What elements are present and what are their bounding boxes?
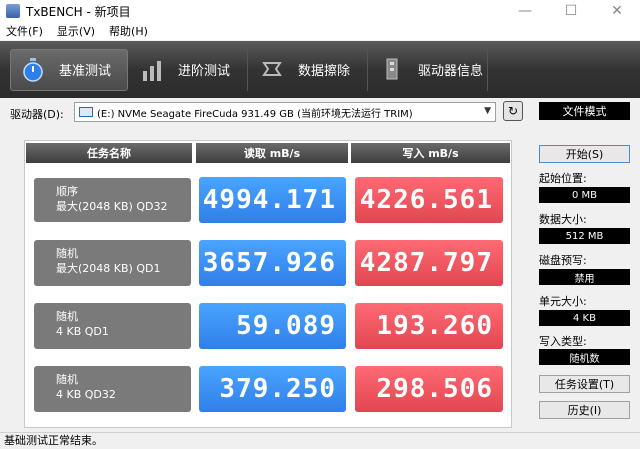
history-button[interactable]: 历史(I)	[539, 401, 630, 419]
unit-size-value: 4 KB	[539, 310, 630, 326]
window-title: TxBENCH - 新项目	[26, 4, 131, 19]
precondition-label: 磁盘预写:	[539, 254, 587, 267]
header-write: 写入 mB/s	[351, 143, 510, 163]
refresh-icon: ↻	[507, 104, 519, 118]
file-mode-button[interactable]: 文件模式	[539, 102, 630, 120]
task-row-4-button[interactable]: 随机 4 KB QD32	[34, 366, 191, 412]
task-row-1-detail: 最大(2048 KB) QD32	[56, 200, 168, 213]
header-read: 读取 mB/s	[196, 143, 348, 163]
menu-help[interactable]: 帮助(H)	[109, 23, 148, 39]
write-type-value: 随机数	[539, 349, 630, 365]
drive-label: 驱动器(D):	[10, 108, 64, 121]
maximize-button[interactable]: ☐	[548, 0, 594, 22]
task-row-3-button[interactable]: 随机 4 KB QD1	[34, 303, 191, 349]
title-bar: TxBENCH - 新项目 — ☐ ✕	[0, 0, 640, 22]
task-row-1-type: 顺序	[56, 185, 78, 198]
task-row-2-type: 随机	[56, 247, 78, 260]
minimize-button[interactable]: —	[502, 0, 548, 22]
menu-view[interactable]: 显示(V)	[57, 23, 95, 39]
task-row-4-detail: 4 KB QD32	[56, 388, 116, 401]
status-bar: 基础测试正常结束。	[0, 432, 640, 449]
header-task-name: 任务名称	[26, 143, 192, 163]
tab-benchmark[interactable]: 基准测试	[10, 48, 128, 91]
task-row-3-type: 随机	[56, 310, 78, 323]
tab-drive-info-label: 驱动器信息	[418, 64, 484, 79]
stopwatch-icon	[21, 57, 45, 82]
eraser-icon	[260, 58, 284, 82]
close-button[interactable]: ✕	[594, 0, 640, 22]
start-position-value: 0 MB	[539, 187, 630, 203]
read-value-3: 59.089	[199, 303, 346, 349]
tab-drive-info[interactable]: 驱动器信息	[370, 48, 488, 91]
write-value-1: 4226.561	[355, 177, 503, 223]
read-value-2: 3657.926	[199, 240, 346, 286]
read-value-4: 379.250	[199, 366, 346, 412]
tab-benchmark-label: 基准测试	[59, 64, 112, 79]
drive-select[interactable]: (E:) NVMe Seagate FireCuda 931.49 GB (当前…	[74, 102, 496, 122]
write-type-label: 写入类型:	[539, 335, 587, 348]
tab-erase[interactable]: 数据擦除	[250, 48, 368, 91]
drive-info-icon	[380, 58, 404, 82]
refresh-button[interactable]: ↻	[503, 101, 523, 121]
tab-advanced[interactable]: 进阶测试	[130, 48, 248, 91]
task-row-2-button[interactable]: 随机 最大(2048 KB) QD1	[34, 240, 191, 286]
start-position-label: 起始位置:	[539, 172, 587, 185]
read-value-1: 4994.171	[199, 177, 346, 223]
write-value-3: 193.260	[355, 303, 503, 349]
task-settings-button[interactable]: 任务设置(T)	[539, 375, 630, 393]
chevron-down-icon: ▼	[484, 106, 491, 116]
write-value-2: 4287.797	[355, 240, 503, 286]
write-value-4: 298.506	[355, 366, 503, 412]
task-row-2-detail: 最大(2048 KB) QD1	[56, 262, 161, 275]
tab-erase-label: 数据擦除	[298, 64, 351, 79]
drive-icon	[79, 107, 93, 117]
task-row-4-type: 随机	[56, 373, 78, 386]
data-size-label: 数据大小:	[539, 213, 587, 226]
task-row-3-detail: 4 KB QD1	[56, 325, 109, 338]
toolbar: 基准测试 进阶测试 数据擦除 驱动器信息	[0, 41, 640, 98]
unit-size-label: 单元大小:	[539, 295, 587, 308]
menu-file[interactable]: 文件(F)	[6, 23, 43, 39]
drive-select-value: (E:) NVMe Seagate FireCuda 931.49 GB (当前…	[97, 108, 413, 120]
data-size-value: 512 MB	[539, 228, 630, 244]
bar-chart-icon	[140, 58, 164, 82]
precondition-value: 禁用	[539, 269, 630, 285]
start-button[interactable]: 开始(S)	[539, 145, 630, 163]
menu-bar: 文件(F) 显示(V) 帮助(H)	[0, 22, 640, 40]
app-icon	[6, 4, 20, 18]
tab-advanced-label: 进阶测试	[178, 64, 231, 79]
task-row-1-button[interactable]: 顺序 最大(2048 KB) QD32	[34, 178, 191, 222]
